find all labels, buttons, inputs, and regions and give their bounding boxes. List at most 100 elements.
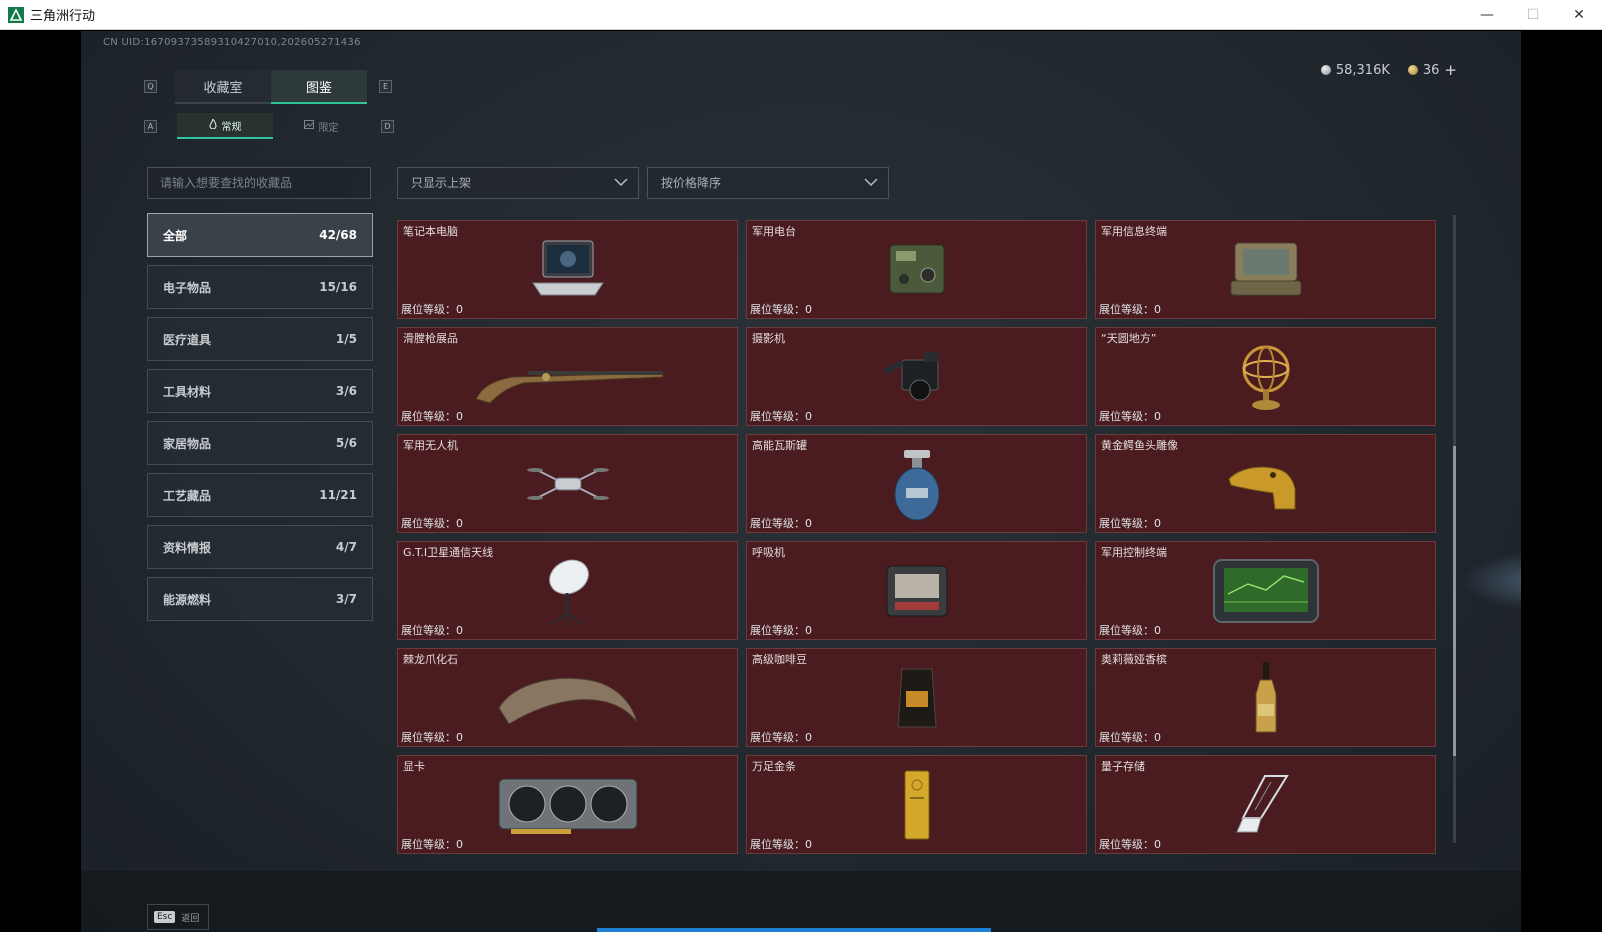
category-list: 全部 42/68 电子物品 15/16 医疗道具 1/5 工具材料 3/6 家居… bbox=[147, 213, 373, 629]
grid-scrollbar-thumb[interactable] bbox=[1453, 446, 1456, 756]
item-level: 展位等级：0 bbox=[1099, 303, 1161, 316]
close-button[interactable]: ✕ bbox=[1556, 0, 1602, 30]
item-card[interactable]: 奥莉薇娅香槟 展位等级：0 bbox=[1095, 648, 1436, 747]
armillary-icon bbox=[1242, 345, 1289, 410]
category-label: 工具材料 bbox=[163, 384, 212, 399]
item-card[interactable]: G.T.I卫星通信天线 展位等级：0 bbox=[397, 541, 738, 640]
terminal-icon bbox=[1230, 242, 1301, 295]
category-count: 5/6 bbox=[335, 436, 357, 450]
search-input[interactable]: 请输入想要查找的收藏品 bbox=[147, 167, 371, 199]
item-level: 展位等级：0 bbox=[750, 731, 812, 744]
item-level: 展位等级：0 bbox=[401, 303, 463, 316]
footer-bar bbox=[81, 871, 1521, 932]
item-level: 展位等级：0 bbox=[1099, 838, 1161, 851]
back-label: 返回 bbox=[181, 913, 200, 924]
image-icon bbox=[303, 120, 314, 132]
item-card[interactable]: 高级咖啡豆 展位等级：0 bbox=[746, 648, 1087, 747]
item-card[interactable]: 呼吸机 展位等级：0 bbox=[746, 541, 1087, 640]
item-level: 展位等级：0 bbox=[401, 838, 463, 851]
item-name: 军用控制终端 bbox=[1101, 546, 1167, 559]
item-level: 展位等级：0 bbox=[750, 517, 812, 530]
back-button[interactable]: Esc 返回 bbox=[147, 904, 209, 930]
item-grid: 笔记本电脑 展位等级：0 军用电台 展位等级：0 军用信息终端 展位等级：0 滑… bbox=[397, 220, 1436, 854]
gpu-icon bbox=[498, 778, 637, 834]
item-card[interactable]: 棘龙爪化石 展位等级：0 bbox=[397, 648, 738, 747]
category-medical[interactable]: 医疗道具 1/5 bbox=[147, 317, 373, 361]
item-card[interactable]: 笔记本电脑 展位等级：0 bbox=[397, 220, 738, 319]
item-card[interactable]: 摄影机 展位等级：0 bbox=[746, 327, 1087, 426]
item-level: 展位等级：0 bbox=[750, 303, 812, 316]
control-terminal-icon bbox=[1212, 558, 1319, 623]
item-card[interactable]: 黄金鳄鱼头雕像 展位等级：0 bbox=[1095, 434, 1436, 533]
maximize-button[interactable]: ☐ bbox=[1510, 0, 1556, 30]
item-level: 展位等级：0 bbox=[750, 410, 812, 423]
category-count: 11/21 bbox=[319, 488, 357, 502]
satellite-dish-icon bbox=[548, 559, 589, 627]
item-name: 万足金条 bbox=[752, 760, 796, 773]
item-name: 军用信息终端 bbox=[1101, 225, 1167, 238]
category-count: 3/7 bbox=[335, 592, 357, 606]
category-energy[interactable]: 能源燃料 3/7 bbox=[147, 577, 373, 621]
item-card[interactable]: 滑膛枪展品 展位等级：0 bbox=[397, 327, 738, 426]
category-crafts[interactable]: 工艺藏品 11/21 bbox=[147, 473, 373, 517]
main-tabs: 收藏室 图鉴 bbox=[175, 70, 367, 104]
minimize-button[interactable]: — bbox=[1464, 0, 1510, 30]
tab-catalog[interactable]: 图鉴 bbox=[271, 70, 367, 104]
category-label: 工艺藏品 bbox=[163, 488, 212, 503]
item-name: 棘龙爪化石 bbox=[403, 653, 458, 666]
subtab-limited-label: 限定 bbox=[318, 122, 339, 134]
keyhint-e: E bbox=[379, 80, 392, 93]
item-card[interactable]: 显卡 展位等级：0 bbox=[397, 755, 738, 854]
item-card[interactable]: 军用信息终端 展位等级：0 bbox=[1095, 220, 1436, 319]
sort-dropdown[interactable]: 按价格降序 bbox=[647, 167, 889, 199]
item-name: 军用电台 bbox=[752, 225, 796, 238]
item-card[interactable]: 高能瓦斯罐 展位等级：0 bbox=[746, 434, 1087, 533]
display-filter-value: 只显示上架 bbox=[411, 176, 472, 190]
player-uid: CN UID:16709373589310427010,202605271436 bbox=[103, 37, 361, 48]
category-all[interactable]: 全部 42/68 bbox=[147, 213, 373, 257]
subtab-regular-label: 常规 bbox=[221, 121, 242, 133]
chevron-down-icon bbox=[864, 178, 878, 187]
item-card[interactable]: “天圆地方” 展位等级：0 bbox=[1095, 327, 1436, 426]
esc-key-badge: Esc bbox=[154, 911, 176, 923]
champagne-icon bbox=[1255, 661, 1276, 732]
item-card[interactable]: 军用无人机 展位等级：0 bbox=[397, 434, 738, 533]
item-level: 展位等级：0 bbox=[750, 838, 812, 851]
category-count: 42/68 bbox=[319, 228, 357, 242]
keyhint-q: Q bbox=[144, 80, 157, 93]
sub-tabs: 常规 限定 bbox=[177, 113, 369, 139]
subtab-regular[interactable]: 常规 bbox=[177, 113, 273, 139]
item-card[interactable]: 军用电台 展位等级：0 bbox=[746, 220, 1087, 319]
item-level: 展位等级：0 bbox=[401, 410, 463, 423]
item-level: 展位等级：0 bbox=[401, 517, 463, 530]
category-electronics[interactable]: 电子物品 15/16 bbox=[147, 265, 373, 309]
category-tools[interactable]: 工具材料 3/6 bbox=[147, 369, 373, 413]
tab-collection-room[interactable]: 收藏室 bbox=[175, 70, 271, 104]
gold-bar-icon bbox=[904, 770, 929, 839]
category-count: 3/6 bbox=[335, 384, 357, 398]
item-name: 显卡 bbox=[403, 760, 425, 773]
category-intel[interactable]: 资料情报 4/7 bbox=[147, 525, 373, 569]
currency-bar: 58,316K 36 + bbox=[1320, 61, 1457, 79]
item-name: G.T.I卫星通信天线 bbox=[403, 546, 494, 559]
item-level: 展位等级：0 bbox=[1099, 624, 1161, 637]
subtab-limited[interactable]: 限定 bbox=[273, 113, 369, 139]
item-name: 军用无人机 bbox=[403, 439, 458, 452]
silver-currency: 58,316K bbox=[1320, 62, 1390, 78]
item-name: 呼吸机 bbox=[752, 546, 785, 559]
item-card[interactable]: 量子存储 展位等级：0 bbox=[1095, 755, 1436, 854]
item-level: 展位等级：0 bbox=[401, 624, 463, 637]
gold-amount: 36 bbox=[1422, 62, 1440, 78]
item-name: 摄影机 bbox=[752, 332, 785, 345]
loading-bar bbox=[597, 928, 991, 932]
item-card[interactable]: 万足金条 展位等级：0 bbox=[746, 755, 1087, 854]
item-level: 展位等级：0 bbox=[750, 624, 812, 637]
category-household[interactable]: 家居物品 5/6 bbox=[147, 421, 373, 465]
display-filter-dropdown[interactable]: 只显示上架 bbox=[397, 167, 639, 199]
add-currency-button[interactable]: + bbox=[1444, 61, 1457, 79]
category-label: 全部 bbox=[163, 228, 188, 243]
silver-amount: 58,316K bbox=[1335, 62, 1390, 78]
category-label: 医疗道具 bbox=[163, 332, 212, 347]
category-label: 家居物品 bbox=[163, 436, 212, 451]
item-card[interactable]: 军用控制终端 展位等级：0 bbox=[1095, 541, 1436, 640]
